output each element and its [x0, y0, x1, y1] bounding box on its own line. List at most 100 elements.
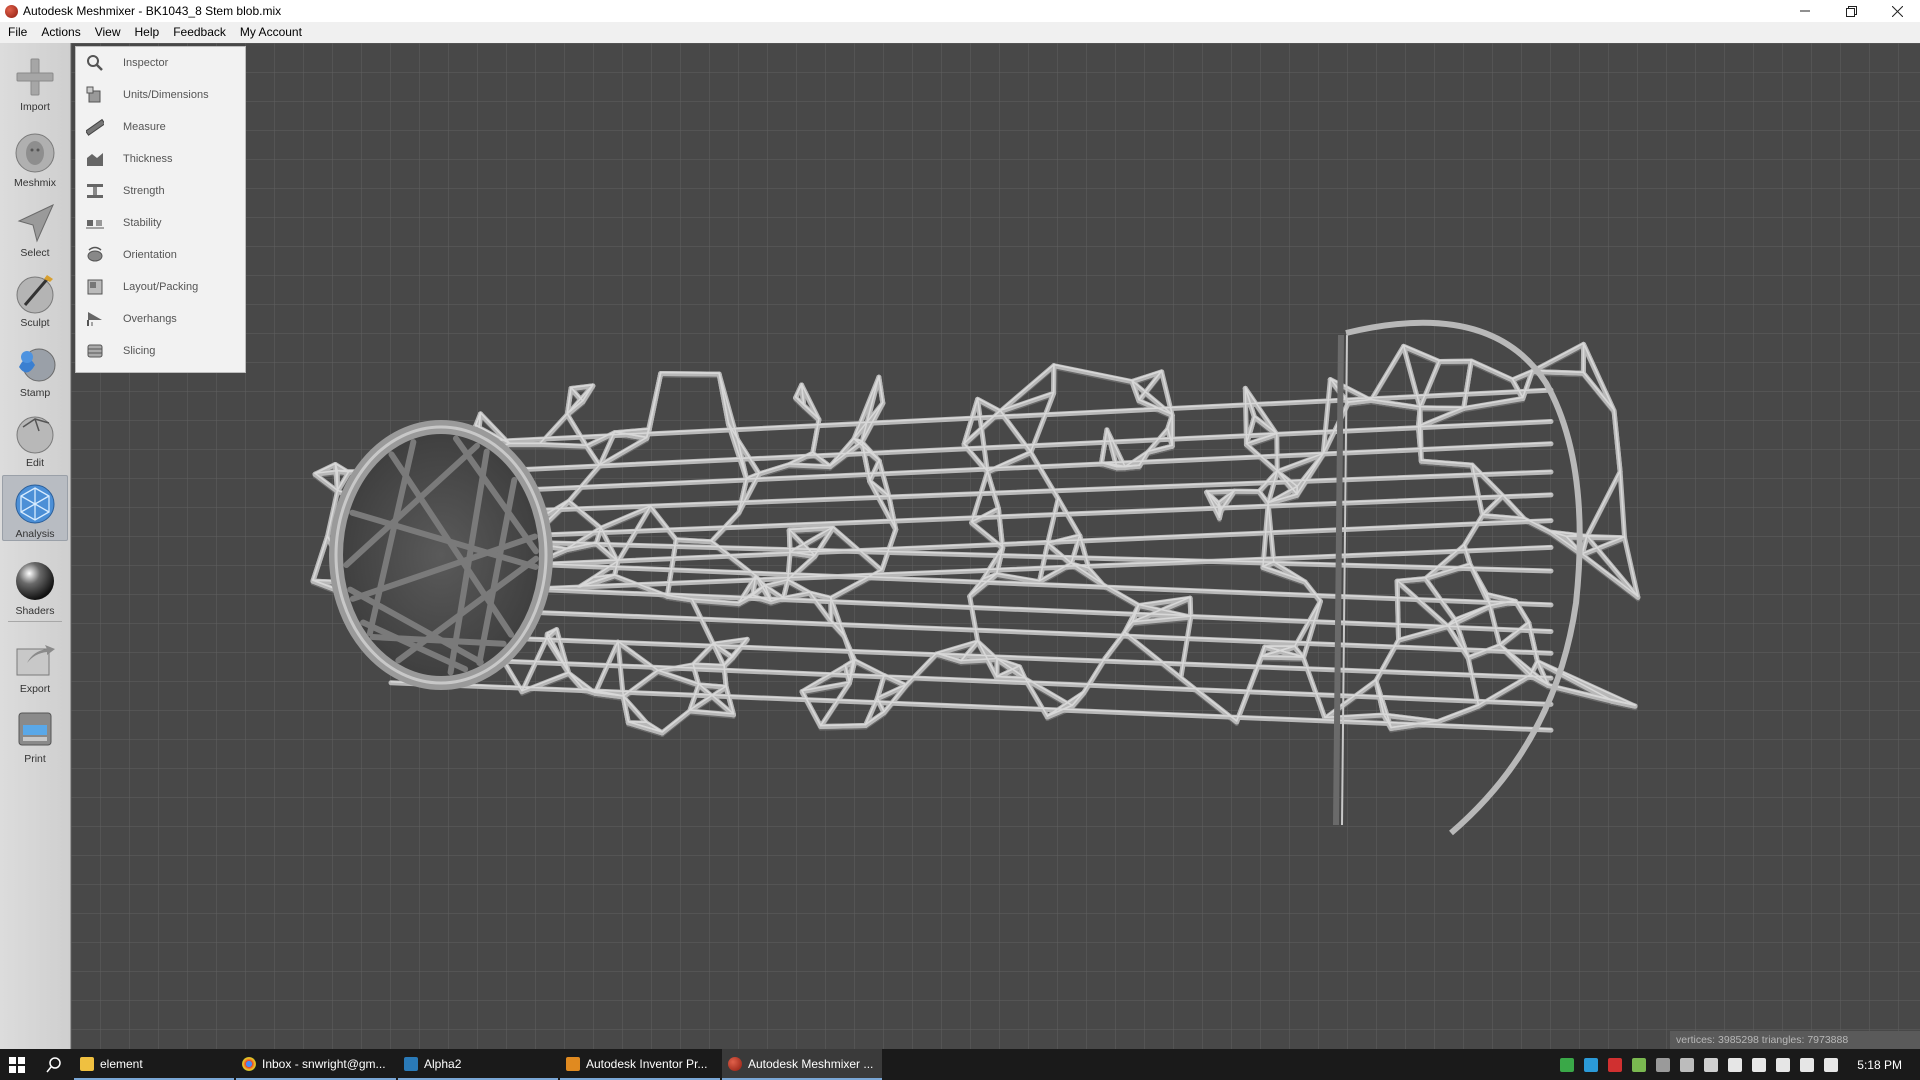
export-icon	[13, 637, 57, 681]
menubar: File Actions View Help Feedback My Accou…	[0, 22, 1920, 43]
taskbar-app-meshmixer[interactable]: Autodesk Meshmixer ...	[722, 1049, 882, 1080]
taskbar-clock[interactable]: 5:18 PM	[1843, 1058, 1920, 1072]
analysis-button[interactable]: Analysis	[2, 475, 68, 541]
slicing-label: Slicing	[123, 345, 155, 357]
bunny-sphere-icon	[13, 131, 57, 175]
tray-autodesk-icon[interactable]	[1584, 1058, 1598, 1072]
units-dimensions-label: Units/Dimensions	[123, 89, 209, 101]
search-button[interactable]	[34, 1049, 74, 1080]
slicing-icon	[86, 342, 104, 360]
sculpt-button[interactable]: Sculpt	[2, 265, 68, 331]
menu-item-units-dimensions[interactable]: Units/Dimensions	[76, 79, 245, 111]
stamp-icon	[13, 341, 57, 385]
menu-item-orientation[interactable]: Orientation	[76, 239, 245, 271]
units-box-icon	[86, 86, 104, 104]
close-button[interactable]	[1874, 0, 1920, 22]
menu-item-inspector[interactable]: Inspector	[76, 47, 245, 79]
lattice-struts	[313, 323, 1638, 833]
tray-chrome-icon[interactable]	[1656, 1058, 1670, 1072]
layout-packing-icon	[86, 278, 104, 296]
3d-viewport[interactable]: vertices: 3985298 triangles: 7973888	[71, 43, 1920, 1049]
menu-item-thickness[interactable]: Thickness	[76, 143, 245, 175]
window-titlebar: Autodesk Meshmixer - BK1043_8 Stem blob.…	[0, 0, 1920, 22]
shader-sphere-icon	[13, 559, 57, 603]
taskbar-app-alpha2[interactable]: Alpha2	[398, 1049, 558, 1080]
analysis-icon	[13, 482, 57, 526]
export-label: Export	[2, 683, 68, 695]
tray-settings-icon[interactable]	[1704, 1058, 1718, 1072]
lattice-stem-model[interactable]	[71, 43, 1920, 1049]
mesh-stats: vertices: 3985298 triangles: 7973888	[1670, 1031, 1920, 1049]
menu-item-slicing[interactable]: Slicing	[76, 335, 245, 367]
minimize-button[interactable]	[1782, 0, 1828, 22]
stability-icon	[86, 214, 104, 232]
tray-sync-icon[interactable]	[1560, 1058, 1574, 1072]
main-toolbar: Import Meshmix Select Sculpt Stamp	[0, 43, 71, 1049]
tray-network-drive-icon[interactable]	[1680, 1058, 1694, 1072]
overhangs-label: Overhangs	[123, 313, 177, 325]
import-label: Import	[2, 101, 68, 113]
menu-actions[interactable]: Actions	[34, 22, 87, 43]
start-button[interactable]	[0, 1049, 34, 1080]
menu-file[interactable]: File	[0, 22, 34, 43]
taskbar-app-element[interactable]: element	[74, 1049, 234, 1080]
meshmix-button[interactable]: Meshmix	[2, 125, 68, 191]
minimize-icon	[1800, 6, 1810, 16]
volume-icon[interactable]	[1800, 1058, 1814, 1072]
taskbar-app-inventor[interactable]: Autodesk Inventor Pr...	[560, 1049, 720, 1080]
menu-item-stability[interactable]: Stability	[76, 207, 245, 239]
orientation-label: Orientation	[123, 249, 177, 261]
menu-item-strength[interactable]: Strength	[76, 175, 245, 207]
select-label: Select	[2, 247, 68, 259]
wifi-icon[interactable]	[1776, 1058, 1790, 1072]
folder-icon	[80, 1057, 94, 1071]
search-icon	[46, 1057, 62, 1073]
analysis-label: Analysis	[3, 528, 67, 540]
orientation-icon	[86, 246, 104, 264]
windows-taskbar: element Inbox - snwright@gm... Alpha2 Au…	[0, 1049, 1920, 1080]
menu-item-measure[interactable]: Measure	[76, 111, 245, 143]
inspector-label: Inspector	[123, 57, 168, 69]
taskbar-app-label: element	[100, 1057, 143, 1071]
meshmixer-app-icon	[5, 5, 18, 18]
taskbar-app-label: Autodesk Inventor Pr...	[586, 1057, 707, 1071]
menu-help[interactable]: Help	[128, 22, 167, 43]
chrome-icon	[242, 1057, 256, 1071]
analysis-submenu: Inspector Units/Dimensions Measure Thick…	[75, 46, 246, 373]
inventor-icon	[566, 1057, 580, 1071]
menu-item-layout-packing[interactable]: Layout/Packing	[76, 271, 245, 303]
window-title: Autodesk Meshmixer - BK1043_8 Stem blob.…	[23, 4, 1782, 18]
menu-item-overhangs[interactable]: Overhangs	[76, 303, 245, 335]
meshmixer-icon	[728, 1057, 742, 1071]
taskbar-app-label: Autodesk Meshmixer ...	[748, 1057, 873, 1071]
restore-icon	[1846, 6, 1857, 17]
stamp-label: Stamp	[2, 387, 68, 399]
strength-icon	[86, 182, 104, 200]
ruler-icon	[86, 118, 104, 136]
taskbar-app-label: Inbox - snwright@gm...	[262, 1057, 386, 1071]
shaders-button[interactable]: Shaders	[2, 553, 68, 619]
menu-view[interactable]: View	[88, 22, 128, 43]
edit-label: Edit	[2, 457, 68, 469]
menu-feedback[interactable]: Feedback	[166, 22, 233, 43]
taskbar-app-chrome-inbox[interactable]: Inbox - snwright@gm...	[236, 1049, 396, 1080]
edit-button[interactable]: Edit	[2, 405, 68, 471]
tray-lock-icon[interactable]	[1728, 1058, 1742, 1072]
export-button[interactable]: Export	[2, 631, 68, 697]
print-button[interactable]: Print	[2, 701, 68, 767]
strength-label: Strength	[123, 185, 165, 197]
select-button[interactable]: Select	[2, 195, 68, 261]
battery-icon[interactable]	[1752, 1058, 1766, 1072]
stability-label: Stability	[123, 217, 162, 229]
print-label: Print	[2, 753, 68, 765]
taskbar-app-label: Alpha2	[424, 1057, 461, 1071]
import-button[interactable]: Import	[2, 49, 68, 115]
alpha2-icon	[404, 1057, 418, 1071]
tray-app-icon[interactable]	[1632, 1058, 1646, 1072]
notification-icon[interactable]	[1824, 1058, 1838, 1072]
menu-my-account[interactable]: My Account	[233, 22, 309, 43]
restore-button[interactable]	[1828, 0, 1874, 22]
tray-antivirus-icon[interactable]	[1608, 1058, 1622, 1072]
select-arrow-icon	[13, 201, 57, 245]
stamp-button[interactable]: Stamp	[2, 335, 68, 401]
